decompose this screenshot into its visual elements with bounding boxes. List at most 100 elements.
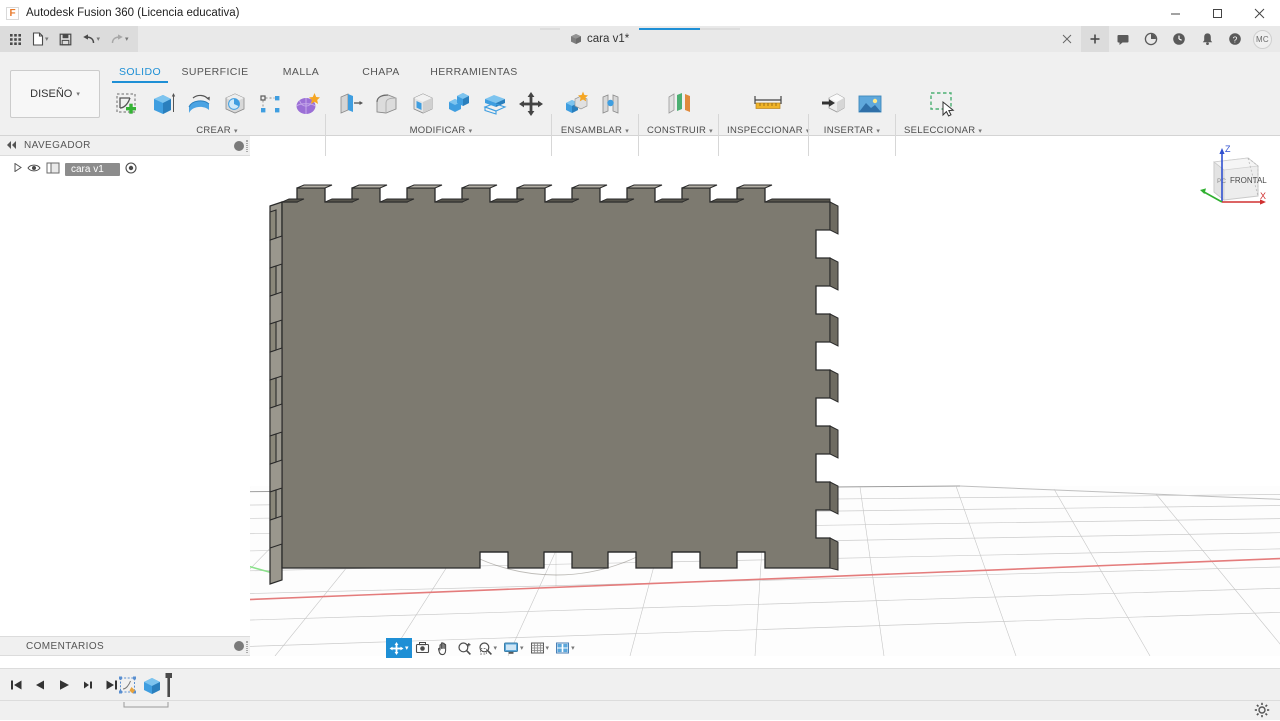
redo-button[interactable]: ▾ [105,28,134,50]
chevron-down-icon[interactable]: ▾ [571,644,575,652]
new-component-tool[interactable] [560,86,594,122]
comments-panel-header[interactable]: COMENTARIOS [0,636,250,656]
extrude-tool[interactable] [146,86,180,122]
window-controls [1154,0,1280,26]
timeline-feature-extrude[interactable] [141,675,163,700]
quick-access-toolbar: ▾ ▾ ▾ [0,26,138,52]
move-copy-tool[interactable] [514,86,548,122]
sweep-sphere-tool[interactable] [218,86,252,122]
collapse-left-icon[interactable] [6,140,18,152]
activate-radio-icon[interactable] [125,162,137,177]
tab-label: SUPERFICIE [181,66,248,78]
create-form-tool[interactable] [290,86,324,122]
chat-bubble-icon[interactable] [1109,26,1137,52]
refresh-sync-icon[interactable] [1137,26,1165,52]
maximize-button[interactable] [1196,0,1238,26]
panel-label-text: CONSTRUIR [647,125,706,136]
tree-item-cara-v1[interactable]: cara v1 [0,160,250,178]
panel-label-modificar[interactable]: MODIFICAR ▾ [410,125,473,136]
title-bar: F Autodesk Fusion 360 (Licencia educativ… [0,0,1280,26]
construction-plane-tool[interactable] [663,86,697,122]
zoom-tool[interactable] [454,638,475,658]
viewport-layout-menu[interactable]: ▾ [552,638,578,658]
look-at-camera-tool[interactable] [412,638,433,658]
go-to-beginning-button[interactable] [6,675,26,695]
viewcube-face-label: FRONTAL [1230,176,1267,185]
panel-modificar: MODIFICAR ▾ [334,84,548,136]
undo-button[interactable]: ▾ [77,28,106,50]
chevron-down-icon[interactable]: ▾ [546,644,550,652]
save-button[interactable] [54,28,77,50]
joint-tool[interactable] [596,86,630,122]
display-settings-menu[interactable]: ▾ [500,638,527,658]
orbit-tool[interactable]: ▾ [386,638,412,658]
chevron-down-icon: ▾ [76,90,80,98]
castellated-panel-body [270,185,838,584]
navigation-bar: ▾ ▾ ▾ [386,638,578,658]
panel-label-construir[interactable]: CONSTRUIR ▾ [647,125,713,136]
close-button[interactable] [1238,0,1280,26]
help-question-icon[interactable]: ? [1221,26,1249,52]
axis-x-label: X [1260,191,1266,201]
panel-label-seleccionar[interactable]: SELECCIONAR ▾ [904,125,982,136]
workspace-label: DISEÑO [30,88,72,100]
docbar-right-icons: ? MC [1053,26,1280,52]
panel-label-text: MODIFICAR [410,125,466,136]
panel-resize-grip[interactable] [246,140,248,152]
shell-tool[interactable] [406,86,440,122]
chevron-down-icon: ▾ [469,127,473,135]
press-pull-tool[interactable] [334,86,368,122]
revolve-tool[interactable] [182,86,216,122]
document-tab-label: cara v1* [587,33,629,45]
new-file-button[interactable]: ▾ [27,28,54,50]
select-window-tool[interactable] [926,86,960,122]
user-avatar[interactable]: MC [1253,30,1272,49]
chevron-down-icon: ▾ [97,35,101,43]
panel-label-ensamblar[interactable]: ENSAMBLAR ▾ [561,125,629,136]
panel-options-icon[interactable] [234,141,244,151]
panel-label-insertar[interactable]: INSERTAR ▾ [824,125,880,136]
zoom-window-tool[interactable]: ▾ [475,638,501,658]
create-sketch-tool[interactable] [110,86,144,122]
measure-tool[interactable] [751,86,785,122]
notifications-bell-icon[interactable] [1193,26,1221,52]
play-button[interactable] [54,675,74,695]
recent-clock-icon[interactable] [1165,26,1193,52]
panel-resize-grip[interactable] [246,641,248,653]
chevron-down-icon[interactable]: ▾ [520,644,524,652]
workspace-switcher-button[interactable]: DISEÑO ▾ [10,70,100,118]
step-forward-button[interactable] [78,675,98,695]
panel-inspeccionar: INSPECCIONAR ▾ [727,84,810,136]
panel-label-crear[interactable]: CREAR ▾ [196,125,238,136]
ribbon: ▾ ▾ ▾ DISEÑO ▾ SOLIDO SUPERFICIE MALLA C… [0,52,1280,136]
step-back-button[interactable] [30,675,50,695]
timeline-marker-handle[interactable] [164,673,174,702]
new-tab-button[interactable] [1081,26,1109,52]
tree-item-label: cara v1 [65,163,120,176]
chevron-down-icon[interactable]: ▾ [494,644,498,652]
settings-gear-icon[interactable] [1254,702,1270,721]
chevron-down-icon[interactable]: ▾ [405,644,409,652]
panel-label-text: CREAR [196,125,231,136]
insert-derive-tool[interactable] [817,86,851,122]
navigator-tree: cara v1 [0,156,250,636]
panel-construir: CONSTRUIR ▾ [647,84,713,136]
fillet-tool[interactable] [370,86,404,122]
panel-label-inspeccionar[interactable]: INSPECCIONAR ▾ [727,125,810,136]
grid-snaps-menu[interactable]: ▾ [527,638,553,658]
timeline-feature-sketch[interactable] [118,675,140,700]
insert-image-tool[interactable] [853,86,887,122]
navigator-title: NAVEGADOR [24,140,91,151]
apps-grid-button[interactable] [4,28,27,50]
pattern-tool[interactable] [254,86,288,122]
document-tab-cara-v1[interactable]: cara v1* [560,26,639,52]
panel-options-icon[interactable] [234,641,244,651]
combine-tool[interactable] [442,86,476,122]
expand-triangle-icon[interactable] [14,163,22,175]
offset-face-tool[interactable] [478,86,512,122]
view-cube[interactable]: PC FRONTAL Z X [1196,140,1268,216]
pan-hand-tool[interactable] [433,638,454,658]
eye-icon[interactable] [27,163,41,176]
minimize-button[interactable] [1154,0,1196,26]
close-tab-button[interactable] [1053,26,1081,52]
